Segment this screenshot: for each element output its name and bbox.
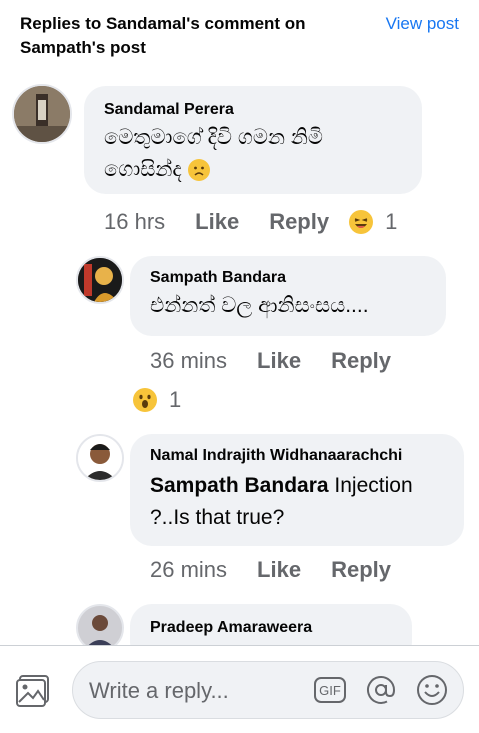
reply-button[interactable]: Reply [331, 556, 391, 584]
laughing-emoji-icon [349, 210, 374, 234]
reaction-count: 1 [169, 387, 182, 412]
mention-icon[interactable] [365, 674, 397, 706]
gif-label: GIF [319, 682, 341, 698]
comment-time: 16 hrs [104, 209, 166, 234]
reply-placeholder: Write a reply... [89, 678, 229, 703]
avatar-image [78, 258, 122, 302]
like-button[interactable]: Like [257, 556, 301, 584]
comment-text: මෙතුමාගේ දිවි ගමන නිමි ගොසින්ද [104, 122, 402, 186]
avatar-image [14, 86, 70, 142]
reply-button[interactable]: Reply [331, 347, 391, 375]
view-post-link[interactable]: View post [386, 12, 459, 36]
comment-text: Sampath Bandara Injection ?..Is that tru… [150, 470, 444, 534]
worried-face-icon [187, 159, 210, 182]
reply-composer: Write a reply... GIF [0, 645, 479, 733]
comment-meta: 26 mins Like Reply [150, 556, 391, 584]
comment-body: මෙතුමාගේ දිවි ගමන නිමි ගොසින්ද [104, 126, 324, 181]
comment-author[interactable]: Sampath Bandara [150, 268, 426, 288]
comment-time: 36 mins [150, 348, 228, 373]
comment-bubble[interactable]: Namal Indrajith Widhanaarachchi Sampath … [130, 434, 464, 546]
comment-author[interactable]: Namal Indrajith Widhanaarachchi [150, 446, 444, 466]
avatar[interactable] [76, 256, 124, 304]
comment-meta: 36 mins Like Reply [150, 347, 391, 375]
comment-author[interactable]: Pradeep Amaraweera [150, 618, 392, 638]
photo-icon[interactable] [16, 674, 52, 708]
reaction-summary[interactable]: 1 [133, 386, 181, 414]
gif-icon[interactable]: GIF [314, 674, 346, 706]
avatar[interactable] [76, 434, 124, 482]
avatar-image [78, 436, 122, 480]
like-button[interactable]: Like [257, 347, 301, 375]
reply-button[interactable]: Reply [269, 208, 329, 236]
mention-link[interactable]: Sampath Bandara [150, 474, 329, 497]
avatar-image [78, 606, 122, 650]
comment-bubble[interactable]: Sandamal Perera මෙතුමාගේ දිවි ගමන නිමි ග… [84, 86, 422, 194]
comment-body: එන්නත් වල ආනිසංසය.... [150, 294, 369, 317]
comment-meta: 16 hrs Like Reply 1 [104, 208, 397, 236]
comment-author[interactable]: Sandamal Perera [104, 100, 402, 120]
reaction-summary[interactable]: 1 [349, 208, 397, 236]
reply-input[interactable]: Write a reply... GIF [72, 661, 464, 719]
avatar[interactable] [12, 84, 72, 144]
emoji-icon[interactable] [416, 674, 448, 706]
header: Replies to Sandamal's comment on Sampath… [0, 0, 479, 70]
like-button[interactable]: Like [195, 208, 239, 236]
comment-bubble[interactable]: Sampath Bandara එන්නත් වල ආනිසංසය.... [130, 256, 446, 336]
page-title: Replies to Sandamal's comment on Sampath… [20, 14, 306, 57]
wow-emoji-icon [133, 388, 157, 412]
comment-time: 26 mins [150, 557, 228, 582]
reaction-count: 1 [385, 209, 398, 234]
